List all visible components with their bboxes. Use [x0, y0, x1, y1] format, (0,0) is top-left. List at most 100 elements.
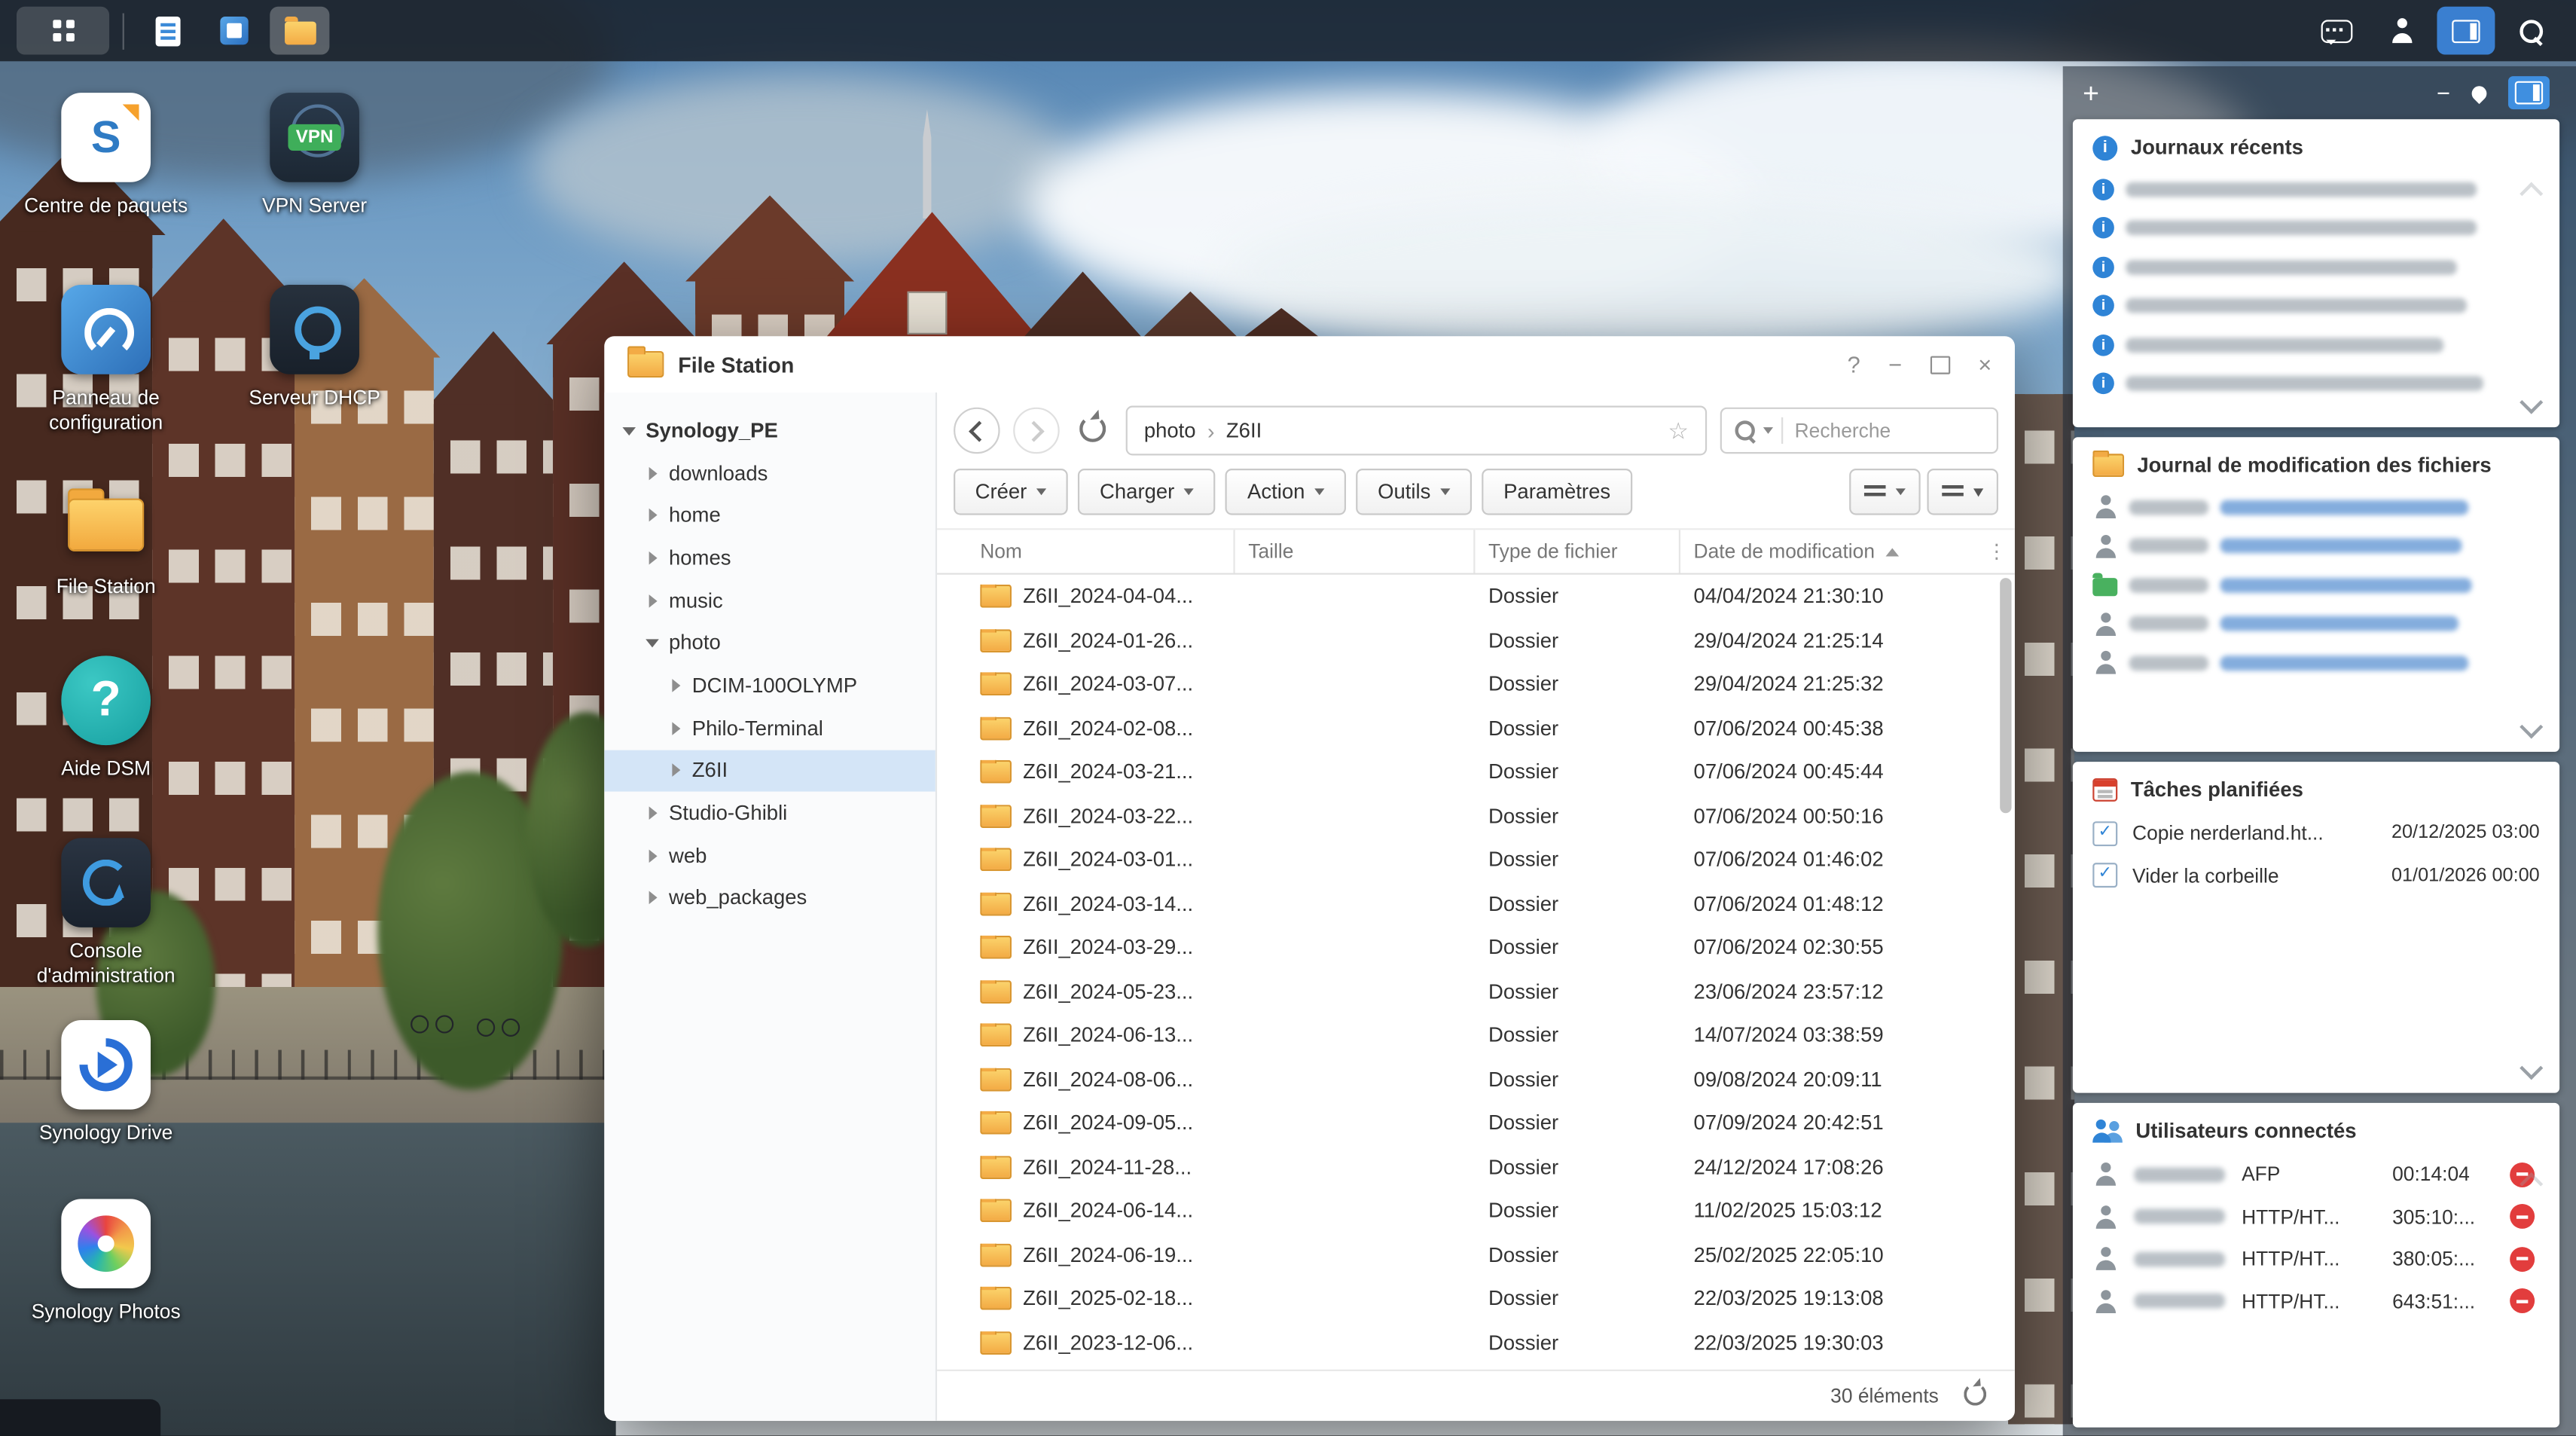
file-row[interactable]: Z6II_2024-03-14... Dossier 07/06/2024 01… [937, 881, 2015, 925]
log-entry[interactable]: i [2073, 209, 2559, 248]
file-row[interactable]: Z6II_2024-08-06... Dossier 09/08/2024 20… [937, 1057, 2015, 1101]
help-icon[interactable]: ? [1848, 353, 1860, 376]
expander-icon[interactable] [644, 507, 661, 524]
file-row[interactable]: Z6II_2024-03-07... Dossier 29/04/2024 21… [937, 662, 2015, 706]
maximize-icon[interactable] [1930, 355, 1949, 373]
file-row[interactable]: Z6II_2024-03-21... Dossier 07/06/2024 00… [937, 750, 2015, 794]
search-box[interactable] [1720, 408, 1998, 454]
sidebar-item[interactable]: DCIM-100OLYMP [604, 665, 935, 707]
file-change-entry[interactable] [2073, 488, 2559, 527]
column-date[interactable]: Date de modification [1680, 530, 1979, 573]
log-entry[interactable]: i [2073, 365, 2559, 404]
scheduled-task-row[interactable]: ✓ Copie nerderland.ht... 20/12/2025 03:0… [2073, 812, 2559, 854]
file-row[interactable]: Z6II_2025-02-18... Dossier 22/03/2025 19… [937, 1277, 2015, 1321]
scheduled-task-row[interactable]: ✓ Vider la corbeille 01/01/2026 00:00 [2073, 854, 2559, 897]
sidebar-item[interactable]: Philo-Terminal [604, 707, 935, 749]
toolbar-button[interactable]: Action [1225, 469, 1346, 515]
file-row[interactable]: Z6II_2024-03-01... Dossier 07/06/2024 01… [937, 838, 2015, 881]
sidebar-item[interactable]: Synology_PE [604, 409, 935, 451]
expander-icon[interactable] [644, 890, 661, 906]
footer-refresh-button[interactable] [1955, 1373, 1995, 1418]
file-row[interactable]: Z6II_2024-11-28... Dossier 24/12/2024 17… [937, 1145, 2015, 1189]
sidebar-item[interactable]: Studio-Ghibli [604, 792, 935, 834]
desktop-icon[interactable]: Panneau de configuration [14, 285, 199, 435]
desktop-icon[interactable]: File Station [14, 474, 199, 600]
task-check-icon[interactable]: ✓ [2092, 863, 2117, 888]
task-check-icon[interactable]: ✓ [2092, 821, 2117, 846]
scroll-down-icon[interactable] [2520, 715, 2543, 738]
search-input[interactable] [1791, 417, 1964, 444]
desktop-icon[interactable]: Synology Photos [14, 1199, 199, 1324]
disconnect-user-icon[interactable] [2510, 1289, 2535, 1314]
file-row[interactable]: Z6II_2024-04-04... Dossier 04/04/2024 21… [937, 575, 2015, 619]
column-name[interactable]: Nom [980, 530, 1235, 573]
refresh-button[interactable] [1073, 408, 1113, 453]
desktop-icon[interactable]: VPN VPN Server [222, 93, 407, 218]
column-type[interactable]: Type de fichier [1475, 530, 1680, 573]
widget-panel-button[interactable] [2437, 7, 2495, 55]
sidebar-item[interactable]: web [604, 835, 935, 877]
file-row[interactable]: Z6II_2023-12-06... Dossier 22/03/2025 19… [937, 1321, 2015, 1364]
file-row[interactable]: Z6II_2024-06-19... Dossier 25/02/2025 22… [937, 1233, 2015, 1276]
back-button[interactable] [954, 408, 1000, 454]
sidebar-item[interactable]: music [604, 579, 935, 622]
file-row[interactable]: Z6II_2024-06-14... Dossier 11/02/2025 15… [937, 1189, 2015, 1233]
expander-icon[interactable] [644, 550, 661, 567]
disconnect-user-icon[interactable] [2510, 1205, 2535, 1230]
file-row[interactable]: Z6II_2024-05-23... Dossier 23/06/2024 23… [937, 970, 2015, 1013]
toolbar-button[interactable]: Créer [954, 469, 1068, 515]
expander-icon[interactable] [644, 465, 661, 481]
scroll-down-icon[interactable] [2520, 1056, 2543, 1080]
sidebar-item[interactable]: photo [604, 622, 935, 664]
taskbar-app-button[interactable] [270, 7, 329, 55]
desktop-icon[interactable]: Console d'administration [14, 838, 199, 988]
toolbar-button[interactable]: Outils [1357, 469, 1473, 515]
forward-button[interactable] [1013, 408, 1060, 454]
expander-icon[interactable] [621, 422, 637, 438]
disconnect-user-icon[interactable] [2510, 1247, 2535, 1272]
scrollbar-thumb[interactable] [2000, 578, 2011, 813]
minimized-window-chip[interactable] [0, 1399, 160, 1435]
sidebar-item[interactable]: Z6II [604, 750, 935, 792]
file-row[interactable]: Z6II_2024-02-08... Dossier 07/06/2024 00… [937, 706, 2015, 750]
file-change-entry[interactable] [2073, 643, 2559, 683]
panel-toggle-button[interactable] [2508, 76, 2550, 109]
file-change-entry[interactable] [2073, 566, 2559, 605]
user-menu-button[interactable] [2373, 7, 2431, 55]
taskbar-app-button[interactable] [137, 7, 197, 55]
file-change-entry[interactable] [2073, 605, 2559, 644]
notifications-button[interactable] [2308, 7, 2366, 55]
add-widget-icon[interactable]: + [2083, 78, 2099, 106]
expander-icon[interactable] [644, 592, 661, 609]
log-entry[interactable]: i [2073, 325, 2559, 365]
bookmark-star-icon[interactable]: ☆ [1668, 417, 1689, 445]
desktop-icon[interactable]: Serveur DHCP [222, 285, 407, 411]
main-menu-button[interactable] [17, 7, 109, 55]
column-size[interactable]: Taille [1235, 530, 1476, 573]
connected-user-row[interactable]: HTTP/HT... 305:10:... [2073, 1196, 2559, 1238]
desktop-icon[interactable]: Synology Drive [14, 1020, 199, 1146]
connected-user-row[interactable]: HTTP/HT... 643:51:... [2073, 1280, 2559, 1322]
file-row[interactable]: Z6II_2024-03-22... Dossier 07/06/2024 00… [937, 794, 2015, 838]
pin-icon[interactable] [2469, 82, 2490, 103]
expander-icon[interactable] [644, 634, 661, 651]
close-icon[interactable]: × [1978, 353, 1992, 376]
log-entry[interactable]: i [2073, 248, 2559, 287]
collapse-widgets-icon[interactable]: − [2437, 81, 2450, 105]
sidebar-item[interactable]: downloads [604, 451, 935, 493]
sidebar-item[interactable]: homes [604, 536, 935, 579]
column-options-icon[interactable]: ⋮ [1979, 540, 2015, 564]
connected-user-row[interactable]: HTTP/HT... 380:05:... [2073, 1238, 2559, 1280]
sort-button[interactable] [1927, 469, 1998, 515]
file-row[interactable]: Z6II_2024-09-05... Dossier 07/09/2024 20… [937, 1101, 2015, 1145]
search-options-caret-icon[interactable] [1763, 427, 1773, 434]
expander-icon[interactable] [644, 848, 661, 864]
toolbar-button[interactable]: Paramètres [1482, 469, 1632, 515]
file-row[interactable]: Z6II_2024-06-13... Dossier 14/07/2024 03… [937, 1013, 2015, 1057]
minimize-icon[interactable]: − [1888, 353, 1902, 376]
titlebar[interactable]: File Station ? − × [604, 336, 2015, 393]
log-entry[interactable]: i [2073, 287, 2559, 326]
expander-icon[interactable] [667, 720, 684, 736]
expander-icon[interactable] [667, 762, 684, 779]
log-entry[interactable]: i [2073, 170, 2559, 209]
